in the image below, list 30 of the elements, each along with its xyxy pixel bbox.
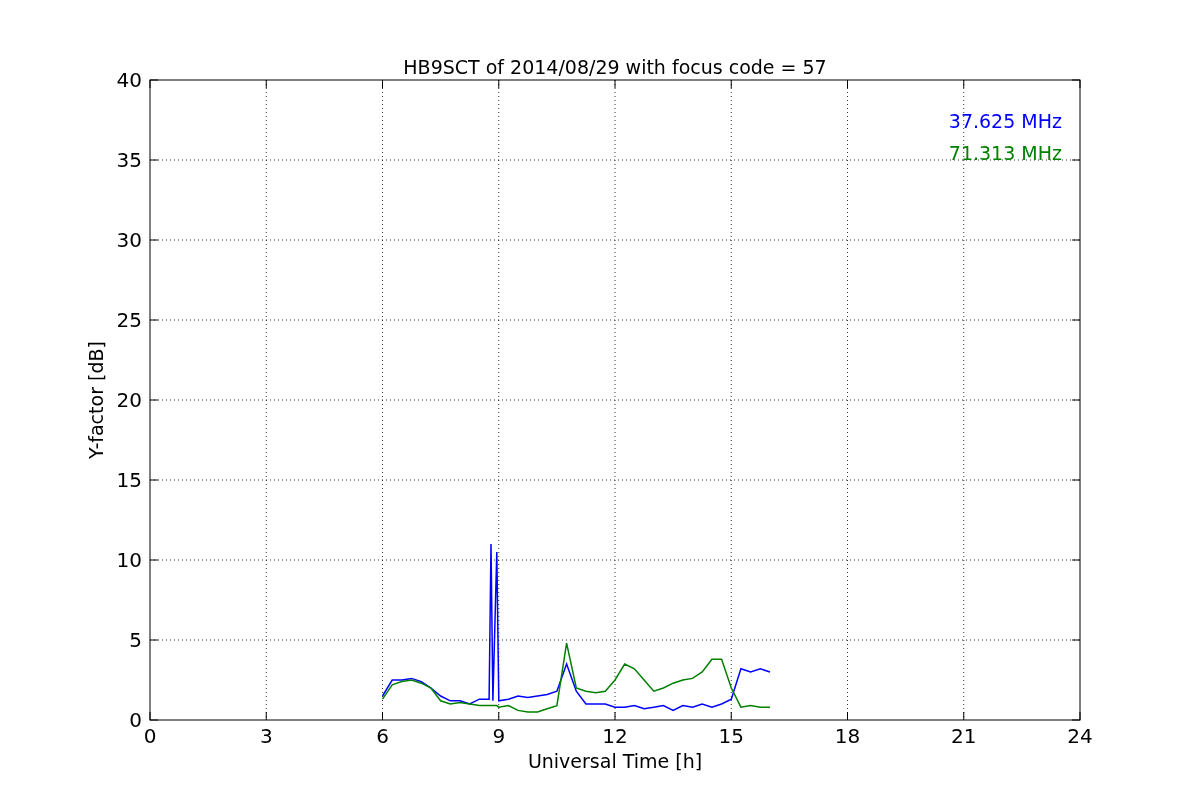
y-tick-label: 20 <box>116 388 142 412</box>
y-tick-label: 35 <box>116 148 142 172</box>
x-tick-label: 18 <box>834 724 861 748</box>
x-tick-label: 3 <box>259 724 273 748</box>
legend-label: 71.313 MHz <box>948 142 1062 164</box>
x-tick-label: 0 <box>143 724 157 748</box>
x-tick-label: 15 <box>718 724 744 748</box>
x-tick-label: 6 <box>376 724 389 748</box>
y-axis-label: Y-factor [dB] <box>85 341 107 459</box>
chart-title: HB9SCT of 2014/08/29 with focus code = 57 <box>403 56 827 78</box>
x-axis-label: Universal Time [h] <box>527 750 703 772</box>
tick-mark <box>847 711 848 721</box>
y-tick-label: 0 <box>129 708 142 732</box>
y-tick-label: 25 <box>116 308 142 332</box>
y-tick-label: 5 <box>129 628 142 652</box>
y-tick-label: 30 <box>116 228 142 252</box>
tick-mark <box>382 711 383 721</box>
legend-label: 37.625 MHz <box>948 110 1062 132</box>
tick-mark <box>963 711 965 721</box>
y-tick-label: 10 <box>116 548 142 572</box>
tick-mark <box>614 711 616 721</box>
y-tick-label: 15 <box>116 468 142 492</box>
x-tick-label: 21 <box>951 724 977 748</box>
x-tick-label: 24 <box>1067 724 1093 748</box>
tick-mark <box>265 711 267 721</box>
tick-mark <box>730 711 732 721</box>
tick-mark <box>498 711 500 721</box>
x-tick-label: 12 <box>602 724 628 748</box>
x-tick-label: 9 <box>492 724 506 748</box>
y-tick-label: 40 <box>116 68 142 92</box>
